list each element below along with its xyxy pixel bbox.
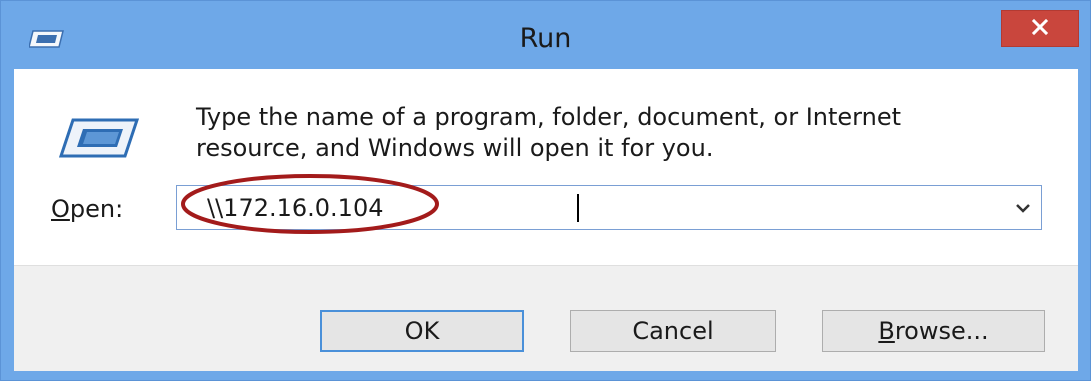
chevron-down-icon — [1015, 198, 1031, 217]
open-input[interactable] — [177, 186, 997, 229]
open-label-accelerator: O — [51, 195, 70, 223]
open-label: Open: — [51, 195, 123, 223]
instruction-line-1: Type the name of a program, folder, docu… — [196, 103, 902, 131]
close-button[interactable] — [1001, 10, 1079, 47]
browse-accelerator: B — [878, 317, 895, 345]
run-program-icon — [58, 117, 140, 159]
open-combobox[interactable] — [176, 185, 1042, 230]
title-bar[interactable]: Run — [1, 1, 1090, 69]
open-label-text: pen: — [69, 195, 124, 223]
browse-label: rowse... — [894, 317, 989, 345]
run-dialog: Run Type the name of a program, folder, … — [0, 0, 1091, 381]
browse-button[interactable]: Browse... — [822, 310, 1045, 352]
dialog-body: Type the name of a program, folder, docu… — [14, 69, 1078, 371]
instruction-line-2: resource, and Windows will open it for y… — [196, 134, 714, 162]
cancel-button[interactable]: Cancel — [570, 310, 776, 352]
open-dropdown-button[interactable] — [1005, 186, 1041, 229]
text-caret — [577, 194, 579, 222]
close-icon — [1030, 17, 1050, 41]
window-title: Run — [519, 23, 572, 54]
ok-button[interactable]: OK — [320, 310, 524, 352]
button-area: OK Cancel Browse... — [14, 265, 1078, 371]
instruction-text: Type the name of a program, folder, docu… — [196, 102, 1056, 164]
